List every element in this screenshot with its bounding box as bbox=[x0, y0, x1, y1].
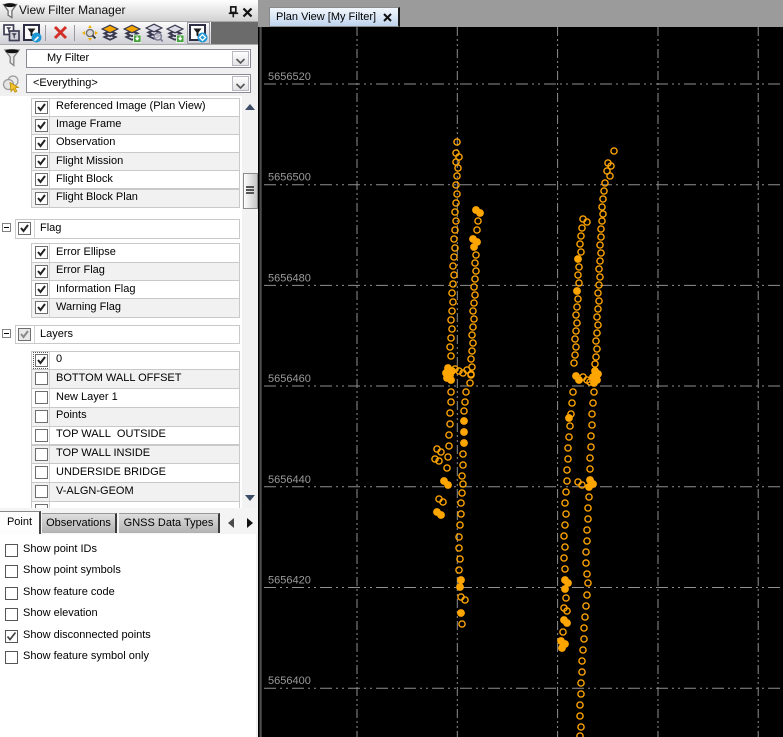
svg-text:5656500: 5656500 bbox=[268, 172, 311, 184]
svg-text:5656400: 5656400 bbox=[268, 675, 311, 687]
svg-text:5656460: 5656460 bbox=[268, 373, 311, 385]
svg-text:5656440: 5656440 bbox=[268, 474, 311, 486]
svg-text:5656420: 5656420 bbox=[268, 575, 311, 587]
svg-text:5656520: 5656520 bbox=[268, 71, 311, 83]
svg-text:5656480: 5656480 bbox=[268, 272, 311, 284]
